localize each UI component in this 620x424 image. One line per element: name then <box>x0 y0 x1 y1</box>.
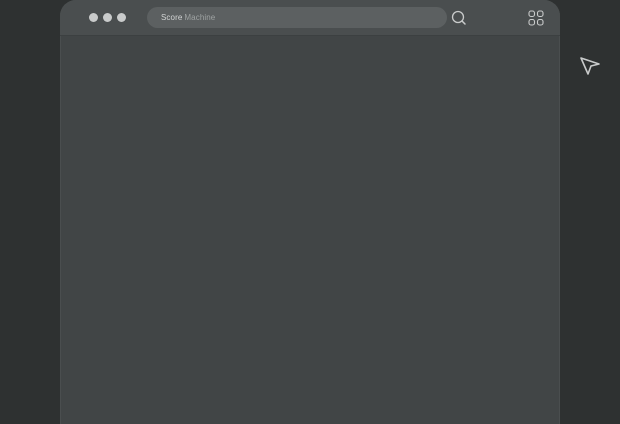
desktop-background: Score Machine <box>0 0 620 424</box>
address-bar-brand: Score <box>161 13 183 22</box>
address-bar[interactable]: Score Machine <box>147 7 447 28</box>
search-icon[interactable] <box>450 9 468 27</box>
apps-grid-icon[interactable] <box>528 10 544 26</box>
arrow-cursor-icon <box>580 57 600 75</box>
maximize-window-button[interactable] <box>117 13 126 22</box>
page-content-area[interactable] <box>61 36 559 424</box>
address-bar-product: Machine <box>184 13 216 22</box>
window-titlebar: Score Machine <box>60 0 560 36</box>
window-controls <box>89 13 126 22</box>
browser-window: Score Machine <box>60 0 560 424</box>
close-window-button[interactable] <box>89 13 98 22</box>
minimize-window-button[interactable] <box>103 13 112 22</box>
